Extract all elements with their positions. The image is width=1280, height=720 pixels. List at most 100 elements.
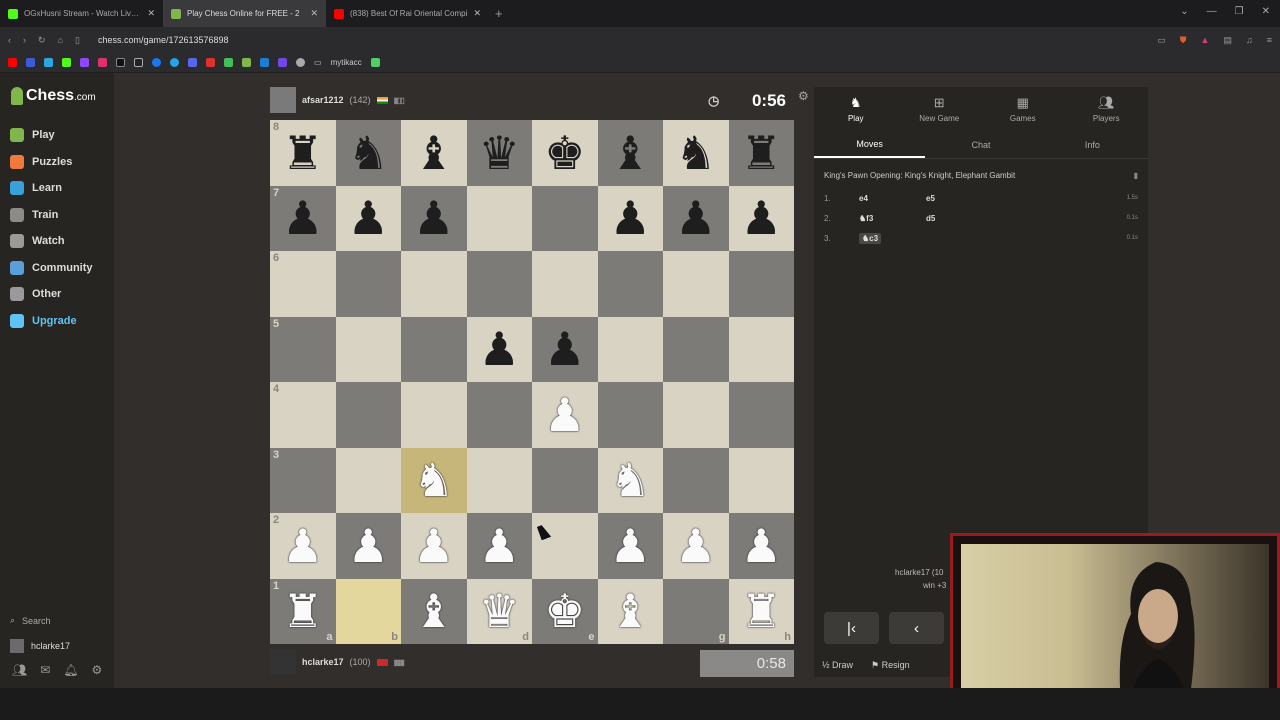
settings-icon[interactable]: ⚙︎: [92, 663, 103, 677]
square-f8[interactable]: ♝: [597, 120, 663, 186]
instagram-bookmark-icon[interactable]: [98, 58, 107, 67]
square-e8[interactable]: ♚: [532, 120, 598, 186]
tab-players[interactable]: 👥︎ Players: [1065, 87, 1149, 131]
square-a8[interactable]: 8 ♜: [270, 120, 336, 186]
square-h4[interactable]: [728, 382, 794, 448]
screen-icon[interactable]: ▭: [1157, 35, 1166, 46]
sidebar-item-train[interactable]: Train: [10, 202, 93, 229]
square-a5[interactable]: 5: [270, 316, 336, 382]
square-d4[interactable]: [466, 382, 532, 448]
square-g2[interactable]: ♟: [663, 513, 729, 579]
square-b6[interactable]: [335, 251, 401, 317]
white-pawn-icon[interactable]: ♟: [544, 392, 585, 438]
white-move[interactable]: ♞f3: [859, 214, 926, 223]
first-move-button[interactable]: |‹: [824, 612, 879, 644]
square-d1[interactable]: d ♛: [466, 578, 532, 644]
youtube-bookmark-icon[interactable]: [8, 58, 17, 67]
bookmark-folder[interactable]: mytikacc: [331, 58, 362, 67]
sidebar-item-community[interactable]: Community: [10, 255, 93, 282]
square-d5[interactable]: ♟: [466, 316, 532, 382]
square-h8[interactable]: ♜: [728, 120, 794, 186]
black-bishop-icon[interactable]: ♝: [610, 130, 651, 176]
white-pawn-icon[interactable]: ♟: [741, 523, 782, 569]
white-king-icon[interactable]: ♚: [544, 588, 585, 634]
music-icon[interactable]: ♫: [1246, 35, 1253, 46]
black-knight-icon[interactable]: ♞: [348, 130, 389, 176]
bottom-player[interactable]: hclarke17 (100) ▮▮▮: [270, 649, 405, 675]
square-e7[interactable]: [532, 185, 598, 251]
x-bookmark-icon[interactable]: [134, 58, 143, 67]
white-pawn-icon[interactable]: ♟: [479, 523, 520, 569]
close-tab-icon[interactable]: ✕: [310, 8, 318, 19]
square-h2[interactable]: ♟: [728, 513, 794, 579]
square-c2[interactable]: ♟: [401, 513, 467, 579]
rewards-icon[interactable]: ▲: [1201, 35, 1210, 46]
square-e5[interactable]: ♟: [532, 316, 598, 382]
square-f6[interactable]: [597, 251, 663, 317]
browser-tab[interactable]: (838) Best Of Rai Oriental Compi ✕: [326, 0, 489, 27]
square-f1[interactable]: ♝: [597, 578, 663, 644]
black-rook-icon[interactable]: ♜: [741, 130, 782, 176]
black-rook-icon[interactable]: ♜: [282, 130, 323, 176]
black-pawn-icon[interactable]: ♟: [348, 195, 389, 241]
subtab-chat[interactable]: Chat: [925, 131, 1036, 158]
close-tab-icon[interactable]: ✕: [147, 8, 155, 19]
square-b7[interactable]: ♟: [335, 185, 401, 251]
bookmark-icon[interactable]: [224, 58, 233, 67]
square-h6[interactable]: [728, 251, 794, 317]
white-pawn-icon[interactable]: ♟: [348, 523, 389, 569]
square-c1[interactable]: ♝: [401, 578, 467, 644]
white-queen-icon[interactable]: ♛: [479, 588, 520, 634]
bookmark-icon[interactable]: [26, 58, 35, 67]
draw-button[interactable]: ½ Draw: [822, 660, 853, 671]
url-field[interactable]: chess.com/game/172613576898: [98, 35, 229, 45]
chess-bookmark-icon[interactable]: [242, 58, 251, 67]
subtab-moves[interactable]: Moves: [814, 131, 926, 158]
bookmark-icon[interactable]: [206, 58, 215, 67]
bookmark-icon[interactable]: [260, 58, 269, 67]
browser-tab[interactable]: Play Chess Online for FREE - 2 ✕: [163, 0, 326, 27]
bookmark-icon[interactable]: ▯: [75, 35, 80, 46]
square-b4[interactable]: [335, 382, 401, 448]
black-move[interactable]: d5: [926, 214, 993, 223]
discord-bookmark-icon[interactable]: [188, 58, 197, 67]
subtab-info[interactable]: Info: [1037, 131, 1148, 158]
black-pawn-icon[interactable]: ♟: [544, 326, 585, 372]
top-player[interactable]: afsar1212 (142) ▮▯▯: [270, 87, 405, 113]
square-b5[interactable]: [335, 316, 401, 382]
friends-icon[interactable]: 👥︎: [12, 663, 27, 677]
square-b1[interactable]: b: [335, 578, 401, 644]
book-icon[interactable]: ▮: [1134, 171, 1138, 180]
square-h3[interactable]: [728, 447, 794, 513]
white-move[interactable]: e4: [859, 194, 926, 203]
square-d7[interactable]: [466, 185, 532, 251]
square-f7[interactable]: ♟: [597, 185, 663, 251]
kick-bookmark-icon[interactable]: [62, 58, 71, 67]
square-g3[interactable]: [663, 447, 729, 513]
white-bishop-icon[interactable]: ♝: [610, 588, 651, 634]
sidebar-item-watch[interactable]: Watch: [10, 228, 93, 255]
square-g8[interactable]: ♞: [663, 120, 729, 186]
square-a1[interactable]: 1 a ♜: [270, 578, 336, 644]
black-pawn-icon[interactable]: ♟: [675, 195, 716, 241]
tab-play[interactable]: ♞ Play: [814, 87, 898, 131]
square-g4[interactable]: [663, 382, 729, 448]
black-move[interactable]: e5: [926, 194, 993, 203]
menu-icon[interactable]: ≡: [1267, 35, 1272, 46]
gear-icon[interactable]: ⚙: [798, 89, 809, 103]
maximize-icon[interactable]: ❐: [1235, 6, 1244, 17]
square-g1[interactable]: g: [663, 578, 729, 644]
telegram-bookmark-icon[interactable]: [170, 58, 179, 67]
chevron-down-icon[interactable]: ⌄: [1180, 6, 1188, 17]
bookmark-icon[interactable]: [44, 58, 53, 67]
chess-logo[interactable]: Chess.com: [11, 87, 96, 105]
black-knight-icon[interactable]: ♞: [675, 130, 716, 176]
tab-new-game[interactable]: ⊞ New Game: [898, 87, 982, 131]
new-tab-button[interactable]: +: [495, 6, 503, 21]
square-f2[interactable]: ♟: [597, 513, 663, 579]
square-d6[interactable]: [466, 251, 532, 317]
white-move[interactable]: ♞c3: [859, 232, 926, 244]
square-f5[interactable]: [597, 316, 663, 382]
profile-button[interactable]: hclarke17: [10, 633, 70, 658]
square-c8[interactable]: ♝: [401, 120, 467, 186]
